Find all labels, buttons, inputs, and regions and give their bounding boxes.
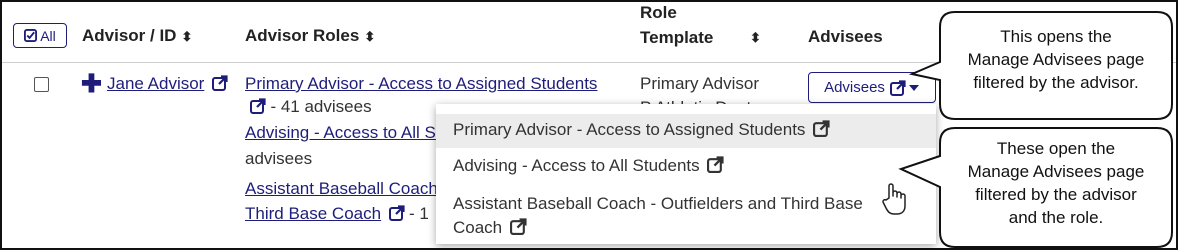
dropdown-item-assistant-coach[interactable]: Assistant Baseball Coach - Outfielders a… [436,192,936,244]
sort-icon[interactable]: ⬍ [364,29,375,44]
role-link-1[interactable]: Primary Advisor - Access to Assigned Stu… [245,74,597,94]
role-link-3-label[interactable]: Assistant Baseball Coach [245,179,438,198]
advisees-dropdown-menu: Primary Advisor - Access to Assigned Stu… [436,104,936,244]
role-link-4[interactable]: Third Base Coach - 1 [245,204,429,224]
dropdown-item-primary-advisor[interactable]: Primary Advisor - Access to Assigned Stu… [436,114,936,148]
role-template-line1: Primary Advisor [640,74,760,93]
advisees-column-header: Advisees [808,27,883,46]
callout-bottom-line4: and the role. [1008,208,1104,227]
external-link-icon[interactable] [388,205,405,221]
callout-bottom-line2: Manage Advisees page [967,162,1145,181]
select-all-label: All [40,27,56,44]
advisor-column-header[interactable]: Advisor / ID ⬍ [82,26,192,46]
role-link-4-label[interactable]: Third Base Coach [245,204,381,223]
callout-bottom-line1: These open the [996,139,1116,158]
check-square-icon [24,29,38,42]
template-column-header-line2: Template [640,28,714,47]
role-1-count: - 41 advisees [250,97,372,117]
advisor-name-link[interactable]: Jane Advisor [107,74,204,93]
external-link-icon [509,218,527,235]
dropdown-item-label-line2-row: Coach [453,216,936,240]
advisor-column-label: Advisor / ID [82,26,177,45]
callout-top: This opens the Manage Advisees page filt… [940,25,1172,94]
callout-bottom-line3: filtered by the advisor [975,185,1137,204]
roles-column-label: Advisor Roles [245,26,360,45]
sort-icon[interactable]: ⬍ [181,29,192,44]
role-link-2[interactable]: Advising - Access to All S [245,123,436,143]
role-2-count: advisees [245,149,313,168]
advisor-cell: Jane Advisor [107,74,228,94]
role-link-2-label[interactable]: Advising - Access to All S [245,123,436,142]
callout-top-line1: This opens the [1000,27,1112,46]
dropdown-item-label-line1: Assistant Baseball Coach - Outfielders a… [453,194,863,213]
template-column-header-line1: Role [640,3,677,22]
external-link-icon[interactable] [211,75,228,91]
dropdown-item-label: Advising - Access to All Students [453,156,700,175]
callout-top-line2: Manage Advisees page [967,50,1145,69]
dropdown-item-label: Primary Advisor - Access to Assigned Stu… [453,120,806,139]
dropdown-item-label-line2: Coach [453,218,503,237]
external-link-icon [707,156,724,173]
advisees-button-label: Advisees [824,79,885,96]
roles-column-header[interactable]: Advisor Roles ⬍ [245,26,375,46]
role-link-1-label[interactable]: Primary Advisor - Access to Assigned Stu… [245,74,597,93]
role-1-count-text: - 41 advisees [270,97,372,116]
dropdown-item-advising[interactable]: Advising - Access to All Students [436,150,936,184]
plus-icon[interactable]: ✚ [81,72,102,97]
row-select-checkbox[interactable] [34,77,49,92]
callout-bottom: These open the Manage Advisees page filt… [940,137,1172,229]
role-link-3[interactable]: Assistant Baseball Coach [245,179,438,199]
external-link-icon [813,120,830,137]
sort-icon[interactable]: ⬍ [750,27,761,47]
select-all-button[interactable]: All [13,23,67,48]
external-link-icon[interactable] [250,98,266,114]
callout-top-line3: filtered by the advisor. [973,73,1139,92]
role-4-count-text: - 1 [408,204,429,223]
